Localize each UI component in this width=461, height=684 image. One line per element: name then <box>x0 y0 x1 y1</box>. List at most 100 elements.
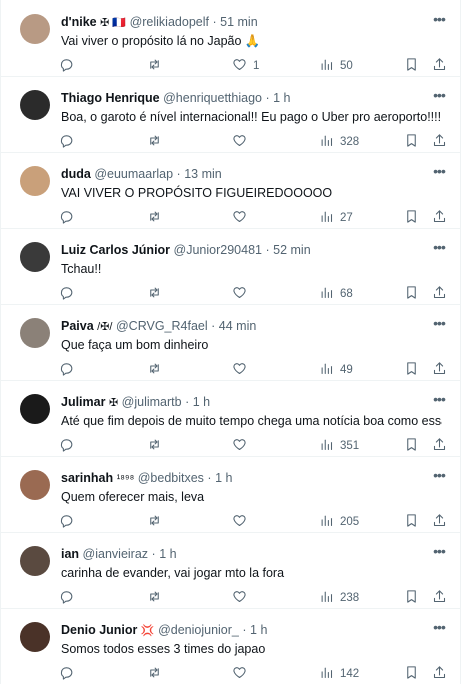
share-button[interactable] <box>432 361 447 379</box>
user-handle[interactable]: @henriquetthiago <box>163 91 262 105</box>
more-icon[interactable]: ••• <box>430 468 448 486</box>
share-button[interactable] <box>432 513 447 531</box>
timestamp[interactable]: 1 h <box>193 395 210 409</box>
avatar[interactable] <box>20 14 50 44</box>
repost-button[interactable] <box>147 437 168 455</box>
avatar[interactable] <box>20 394 50 424</box>
bookmark-button[interactable] <box>404 133 419 151</box>
views-button[interactable]: 50 <box>319 57 353 75</box>
user-handle[interactable]: @ianvieiraz <box>83 547 149 561</box>
more-icon[interactable]: ••• <box>430 620 448 638</box>
bookmark-button[interactable] <box>404 57 419 75</box>
more-icon[interactable]: ••• <box>430 12 448 30</box>
timestamp[interactable]: 13 min <box>184 167 222 181</box>
repost-button[interactable] <box>147 285 168 303</box>
timestamp[interactable]: 1 h <box>215 471 232 485</box>
reply-item[interactable]: Luiz Carlos Júnior @Junior290481 · 52 mi… <box>1 229 461 305</box>
reply-item[interactable]: Paiva /✠/ @CRVG_R4fael · 44 min ••• Que fa… <box>1 305 461 381</box>
views-button[interactable]: 328 <box>319 133 359 151</box>
timestamp[interactable]: 52 min <box>273 243 311 257</box>
reply-button[interactable] <box>59 665 80 683</box>
avatar[interactable] <box>20 90 50 120</box>
more-icon[interactable]: ••• <box>430 240 448 258</box>
display-name[interactable]: Luiz Carlos Júnior <box>61 243 170 257</box>
bookmark-button[interactable] <box>404 513 419 531</box>
share-button[interactable] <box>432 285 447 303</box>
views-button[interactable]: 238 <box>319 589 359 607</box>
avatar[interactable] <box>20 166 50 196</box>
share-button[interactable] <box>432 133 447 151</box>
more-icon[interactable]: ••• <box>430 88 448 106</box>
display-name[interactable]: ian <box>61 547 79 561</box>
avatar[interactable] <box>20 470 50 500</box>
timestamp[interactable]: 1 h <box>250 623 267 637</box>
reply-button[interactable] <box>59 133 80 151</box>
share-button[interactable] <box>432 665 447 683</box>
like-button[interactable] <box>232 665 253 683</box>
avatar[interactable] <box>20 546 50 576</box>
bookmark-button[interactable] <box>404 437 419 455</box>
display-name[interactable]: duda <box>61 167 91 181</box>
more-icon[interactable]: ••• <box>430 544 448 562</box>
more-icon[interactable]: ••• <box>430 316 448 334</box>
share-button[interactable] <box>432 589 447 607</box>
like-button[interactable] <box>232 513 253 531</box>
bookmark-button[interactable] <box>404 361 419 379</box>
like-button[interactable] <box>232 589 253 607</box>
share-button[interactable] <box>432 209 447 227</box>
views-button[interactable]: 27 <box>319 209 353 227</box>
user-handle[interactable]: @deniojunior_ <box>158 623 239 637</box>
repost-button[interactable] <box>147 361 168 379</box>
display-name[interactable]: Julimar <box>61 395 105 409</box>
display-name[interactable]: sarinhah <box>61 471 113 485</box>
avatar[interactable] <box>20 242 50 272</box>
more-icon[interactable]: ••• <box>430 164 448 182</box>
user-handle[interactable]: @julimartb <box>122 395 182 409</box>
repost-button[interactable] <box>147 665 168 683</box>
bookmark-button[interactable] <box>404 665 419 683</box>
like-button[interactable] <box>232 285 253 303</box>
reply-item[interactable]: sarinhah ¹⁸⁹⁸ @bedbitxes · 1 h ••• Quem of… <box>1 457 461 533</box>
user-handle[interactable]: @euumaarlap <box>94 167 173 181</box>
reply-button[interactable] <box>59 285 80 303</box>
reply-item[interactable]: Thiago Henrique @henriquetthiago · 1 h ••… <box>1 77 461 153</box>
views-button[interactable]: 205 <box>319 513 359 531</box>
bookmark-button[interactable] <box>404 285 419 303</box>
bookmark-button[interactable] <box>404 209 419 227</box>
user-handle[interactable]: @Junior290481 <box>174 243 262 257</box>
user-handle[interactable]: @CRVG_R4fael <box>116 319 208 333</box>
like-button[interactable] <box>232 361 253 379</box>
repost-button[interactable] <box>147 589 168 607</box>
like-button[interactable]: 1 <box>232 57 259 75</box>
user-handle[interactable]: @relikiadopelf <box>130 15 209 29</box>
views-button[interactable]: 142 <box>319 665 359 683</box>
reply-button[interactable] <box>59 589 80 607</box>
views-button[interactable]: 49 <box>319 361 353 379</box>
share-button[interactable] <box>432 57 447 75</box>
more-icon[interactable]: ••• <box>430 392 448 410</box>
reply-item[interactable]: duda @euumaarlap · 13 min ••• VAI VIVER O … <box>1 153 461 229</box>
reply-button[interactable] <box>59 437 80 455</box>
display-name[interactable]: Denio Junior <box>61 623 137 637</box>
views-button[interactable]: 68 <box>319 285 353 303</box>
reply-item[interactable]: Julimar ✠ @julimartb · 1 h ••• Até que fim… <box>1 381 461 457</box>
avatar[interactable] <box>20 318 50 348</box>
like-button[interactable] <box>232 133 253 151</box>
repost-button[interactable] <box>147 513 168 531</box>
like-button[interactable] <box>232 209 253 227</box>
timestamp[interactable]: 1 h <box>273 91 290 105</box>
reply-button[interactable] <box>59 57 80 75</box>
repost-button[interactable] <box>147 209 168 227</box>
like-button[interactable] <box>232 437 253 455</box>
reply-item[interactable]: Denio Junior 💢 @deniojunior_ · 1 h ••• Som… <box>1 609 461 684</box>
reply-item[interactable]: d'nike ✠ 🇫🇷 @relikiadopelf · 51 min ••• Va… <box>1 1 461 77</box>
avatar[interactable] <box>20 622 50 652</box>
display-name[interactable]: d'nike <box>61 15 97 29</box>
reply-button[interactable] <box>59 513 80 531</box>
repost-button[interactable] <box>147 57 168 75</box>
display-name[interactable]: Paiva <box>61 319 94 333</box>
display-name[interactable]: Thiago Henrique <box>61 91 160 105</box>
share-button[interactable] <box>432 437 447 455</box>
reply-button[interactable] <box>59 209 80 227</box>
reply-button[interactable] <box>59 361 80 379</box>
